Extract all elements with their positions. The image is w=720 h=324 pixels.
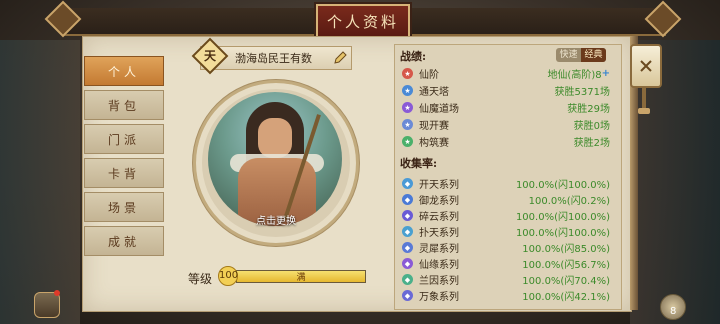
record-value: 获胜0场 [573, 121, 610, 132]
series-label: 灵犀系列 [419, 244, 459, 255]
close-button[interactable] [630, 44, 662, 88]
collection-heading: 收集率: [400, 157, 438, 170]
level-max-text: 满 [296, 273, 306, 283]
series-value: 100.0%(闪100.0%) [515, 180, 610, 191]
player-name-tag: 天 渤海岛民王有数 [191, 37, 352, 75]
nav-tab-scene[interactable]: 场景 [84, 192, 164, 222]
series-icon: ◆ [402, 258, 413, 269]
series-label: 开天系列 [419, 180, 459, 191]
edit-name-icon[interactable] [333, 51, 347, 65]
record-label: 构筑赛 [419, 138, 449, 149]
record-label: 仙阶 [419, 70, 439, 81]
record-row: ★ 仙阶 地仙(高阶)8 + [402, 66, 610, 81]
series-icon: ◆ [402, 242, 413, 253]
nav-tab-bag[interactable]: 背包 [84, 90, 164, 120]
record-value: 获胜2场 [573, 138, 610, 149]
record-label: 通天塔 [419, 87, 449, 98]
collection-row: ◆ 开天系列 100.0%(闪100.0%) [402, 176, 610, 191]
level-number: 100 [218, 266, 238, 286]
change-avatar-label[interactable]: 点击更换 [228, 212, 324, 227]
player-name: 渤海岛民王有数 [235, 52, 312, 65]
lantern-tassel [638, 108, 650, 114]
series-icon: ◆ [402, 210, 413, 221]
collection-row: ◆ 仙缘系列 100.0%(闪56.7%) [402, 256, 610, 271]
mode-classic[interactable]: 经典 [581, 48, 606, 62]
nav-tab-personal[interactable]: 个人 [84, 56, 164, 86]
level-progress-fill: 满 [237, 271, 365, 283]
side-nav: 个人 背包 门派 卡背 场景 成就 [84, 56, 164, 260]
collection-row: ◆ 灵犀系列 100.0%(闪85.0%) [402, 240, 610, 255]
level-label: 等级 [188, 272, 213, 286]
level-progress-bar: 满 [236, 270, 366, 283]
record-value: 获胜29场 [567, 104, 610, 115]
series-value: 100.0%(闪70.4%) [522, 276, 610, 287]
mode-toggle[interactable]: 快速 经典 [556, 48, 606, 62]
notification-dot [54, 290, 60, 296]
series-icon: ◆ [402, 226, 413, 237]
series-label: 兰因系列 [419, 276, 459, 287]
collection-row: ◆ 万象系列 100.0%(闪42.1%) [402, 288, 610, 303]
series-value: 100.0%(闪100.0%) [515, 228, 610, 239]
series-icon: ◆ [402, 194, 413, 205]
series-icon: ◆ [402, 290, 413, 301]
nav-tab-card-back[interactable]: 卡背 [84, 158, 164, 188]
nav-tab-achievements[interactable]: 成就 [84, 226, 164, 256]
mode-fast[interactable]: 快速 [556, 48, 581, 62]
tower-icon: ★ [402, 85, 413, 96]
series-label: 碎云系列 [419, 212, 459, 223]
record-row: ★ 构筑赛 获胜2场 [402, 134, 610, 149]
series-label: 万象系列 [419, 292, 459, 303]
series-icon: ◆ [402, 178, 413, 189]
add-rank-icon[interactable]: + [602, 68, 610, 79]
record-value: 获胜5371场 [554, 87, 610, 98]
collection-row: ◆ 碎云系列 100.0%(闪100.0%) [402, 208, 610, 223]
collection-row: ◆ 兰因系列 100.0%(闪70.4%) [402, 272, 610, 287]
corner-count: 8 [670, 306, 677, 317]
record-row: ★ 通天塔 获胜5371场 [402, 83, 610, 98]
collection-row: ◆ 扑天系列 100.0%(闪100.0%) [402, 224, 610, 239]
series-value: 100.0%(闪85.0%) [522, 244, 610, 255]
series-value: 100.0%(闪100.0%) [515, 212, 610, 223]
avatar[interactable] [208, 92, 342, 226]
series-value: 100.0%(闪0.2%) [528, 196, 610, 207]
window-title: 个人资料 [316, 4, 410, 38]
series-label: 仙缘系列 [419, 260, 459, 271]
star-icon: ★ [402, 68, 413, 79]
record-row: ★ 仙魔道场 获胜29场 [402, 100, 610, 115]
record-label: 仙魔道场 [419, 104, 459, 115]
match-icon: ★ [402, 119, 413, 130]
record-value: 地仙(高阶)8 [547, 70, 602, 81]
series-value: 100.0%(闪56.7%) [522, 260, 610, 271]
arena-icon: ★ [402, 102, 413, 113]
series-label: 御龙系列 [419, 196, 459, 207]
series-label: 扑天系列 [419, 228, 459, 239]
record-label: 现开赛 [419, 121, 449, 132]
record-row: ★ 现开赛 获胜0场 [402, 117, 610, 132]
close-icon [640, 60, 652, 72]
nav-tab-sect[interactable]: 门派 [84, 124, 164, 154]
collection-row: ◆ 御龙系列 100.0%(闪0.2%) [402, 192, 610, 207]
build-icon: ★ [402, 136, 413, 147]
record-heading: 战绩: [400, 50, 427, 63]
series-icon: ◆ [402, 274, 413, 285]
series-value: 100.0%(闪42.1%) [522, 292, 610, 303]
background-left-scenery [0, 40, 80, 324]
